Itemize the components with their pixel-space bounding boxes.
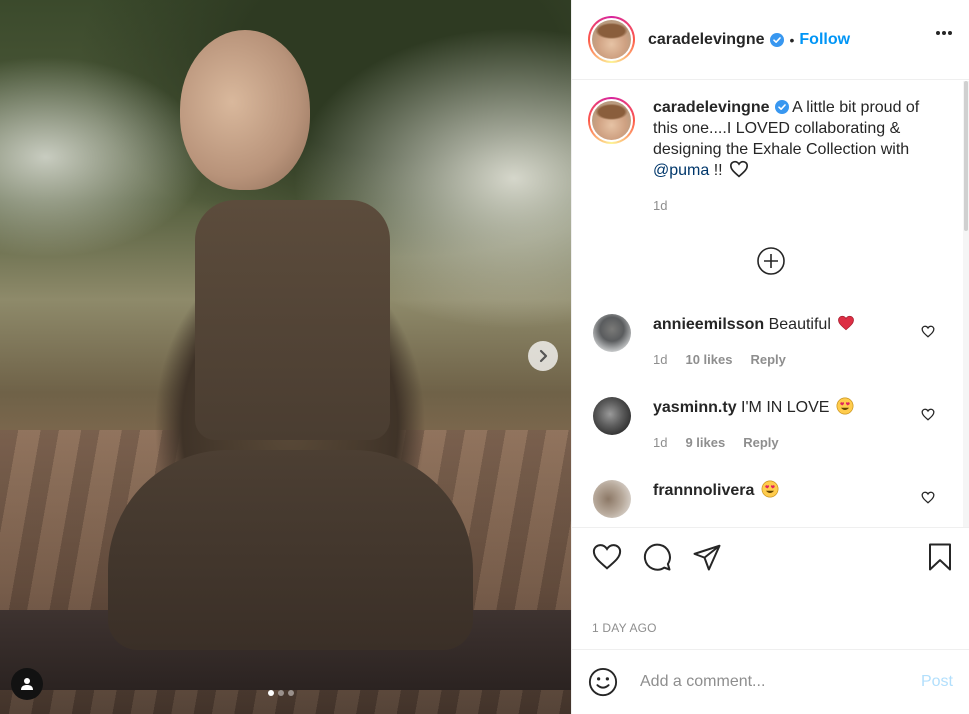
verified-badge-icon: [774, 100, 789, 114]
load-more-comments-button[interactable]: [588, 246, 953, 276]
chevron-right-icon: [539, 349, 548, 363]
author-avatar[interactable]: [588, 16, 635, 63]
post-photo[interactable]: [0, 0, 571, 714]
carousel-dot: [288, 690, 294, 696]
tagged-users-button[interactable]: [11, 668, 43, 700]
next-image-button[interactable]: [528, 341, 558, 371]
post-header: caradelevingne • Follow: [572, 0, 969, 80]
comment-username[interactable]: annieemilsson: [653, 316, 764, 333]
carousel-dot: [278, 690, 284, 696]
add-comment-bar: Post: [572, 649, 969, 714]
commenter-avatar[interactable]: [593, 480, 631, 518]
comment-likes[interactable]: 10 likes: [685, 349, 732, 370]
heart-eyes-emoji-icon: [836, 397, 854, 415]
follow-button[interactable]: Follow: [799, 31, 850, 49]
comment-age: 1d: [653, 435, 668, 450]
post-timestamp[interactable]: 1 DAY AGO: [592, 621, 657, 635]
caption-mention-link[interactable]: @puma: [653, 162, 709, 179]
caption-age: 1d: [653, 198, 668, 213]
comments-scrollbar[interactable]: [963, 81, 969, 527]
heart-eyes-emoji-icon: [761, 480, 779, 498]
comment-meta: 1d 9 likes Reply: [653, 432, 913, 453]
plus-circle-icon: [756, 247, 785, 275]
comment-item: annieemilsson Beautiful 1d 10 likes Repl…: [588, 314, 953, 370]
user-icon: [21, 678, 33, 690]
header-separator: •: [789, 31, 795, 48]
share-paper-plane-icon[interactable]: [692, 542, 722, 572]
add-comment-input[interactable]: [640, 673, 900, 691]
comment-like-heart-icon[interactable]: [921, 408, 935, 421]
comment-text: Beautiful: [768, 316, 831, 333]
comment-reply-button[interactable]: Reply: [743, 432, 778, 453]
caption-username[interactable]: caradelevingne: [653, 99, 770, 116]
more-options-icon[interactable]: [935, 30, 953, 36]
white-heart-emoji-icon: [730, 160, 749, 178]
red-heart-emoji-icon: [838, 315, 855, 331]
comment-like-heart-icon[interactable]: [921, 325, 935, 338]
comment-age: 1d: [653, 352, 668, 367]
comment-item: frannnolivera: [588, 480, 953, 518]
photo-figure-top: [195, 200, 390, 440]
photo-figure-legs: [108, 450, 473, 650]
comment-meta: 1d 10 likes Reply: [653, 349, 913, 370]
comment-item: yasminn.ty I'M IN LOVE 1d 9 likes Reply: [588, 397, 953, 453]
post-actions: 1 DAY AGO: [572, 527, 969, 647]
post-side-panel: caradelevingne • Follow caradelevingne A…: [571, 0, 969, 714]
carousel-indicator: [268, 690, 294, 696]
emoji-picker-icon[interactable]: [588, 667, 618, 697]
comment-username[interactable]: frannnolivera: [653, 482, 754, 499]
like-heart-icon[interactable]: [592, 542, 622, 572]
comment-text: I'M IN LOVE: [741, 399, 830, 416]
caption-author-avatar[interactable]: [588, 97, 635, 144]
comment-reply-button[interactable]: Reply: [750, 349, 785, 370]
commenter-avatar[interactable]: [593, 397, 631, 435]
photo-figure-head: [180, 30, 310, 190]
comment-bubble-icon[interactable]: [642, 542, 672, 572]
save-bookmark-icon[interactable]: [925, 542, 955, 572]
post-caption: caradelevingne A little bit proud of thi…: [588, 97, 953, 216]
comment-username[interactable]: yasminn.ty: [653, 399, 737, 416]
comments-list[interactable]: caradelevingne A little bit proud of thi…: [572, 81, 969, 527]
carousel-dot: [268, 690, 274, 696]
verified-badge-icon: [769, 32, 784, 47]
commenter-avatar[interactable]: [593, 314, 631, 352]
caption-suffix: !!: [713, 162, 723, 179]
comment-likes[interactable]: 9 likes: [685, 432, 725, 453]
comment-like-heart-icon[interactable]: [921, 491, 935, 504]
comments-thread: annieemilsson Beautiful 1d 10 likes Repl…: [588, 314, 953, 518]
post-comment-button[interactable]: Post: [921, 673, 953, 691]
author-username[interactable]: caradelevingne: [648, 31, 765, 49]
